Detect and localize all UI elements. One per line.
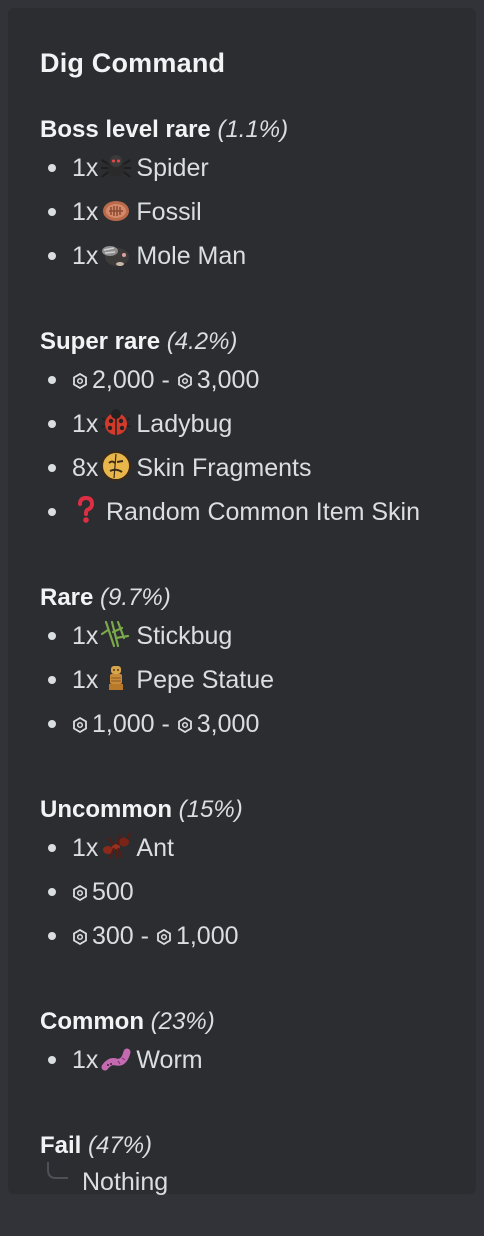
list-item: 1x Stickbug <box>40 614 274 658</box>
fail-result-text: Nothing <box>82 1168 169 1196</box>
section-percentage: (15%) <box>178 796 243 823</box>
dig-command-embed: Dig Command Boss level rare (1.1%) 1x Spi… <box>8 8 476 1196</box>
list-item: 1x Ladybug <box>40 402 420 446</box>
list-item: 300 - 1,000 <box>40 914 243 958</box>
fail-result: Nothing <box>40 1162 168 1202</box>
list-item: 2,000 - 3,000 <box>40 358 420 402</box>
mole-man-icon <box>102 246 130 266</box>
list-item: 1,000 - 3,000 <box>40 702 274 746</box>
ant-icon <box>103 832 132 859</box>
section-percentage: (4.2%) <box>166 328 238 355</box>
section-header: Super rare (4.2%) <box>40 326 420 358</box>
embed-title: Dig Command <box>40 48 226 78</box>
coin-icon <box>177 717 192 733</box>
section-header: Boss level rare (1.1%) <box>40 114 288 146</box>
worm-icon <box>101 1048 131 1071</box>
list-item: 1x Spider <box>40 146 288 190</box>
section-header: Common (23%) <box>40 1006 215 1038</box>
section-super-rare: Super rare (4.2%) 2,000 - 3,000 1x Ladybu… <box>40 326 420 534</box>
section-percentage: (23%) <box>150 1008 215 1035</box>
list-item: 1x Mole Man <box>40 234 288 278</box>
coin-icon <box>73 373 87 389</box>
section-percentage: (1.1%) <box>217 116 289 143</box>
list-item: 1x Fossil <box>40 190 288 234</box>
coin-icon <box>73 929 87 945</box>
section-name: Super rare <box>40 328 161 355</box>
section-name: Rare <box>40 584 94 611</box>
reply-curve-icon <box>47 1162 68 1179</box>
skin-fragment-icon <box>101 451 132 481</box>
section-common: Common (23%) 1x Worm <box>40 1006 215 1082</box>
ladybug-icon <box>101 409 132 435</box>
section-percentage: (9.7%) <box>100 584 171 611</box>
list-item: Random Common Item Skin <box>40 490 420 534</box>
section-percentage: (47%) <box>88 1132 153 1159</box>
list-item: 1x Ant <box>40 826 243 870</box>
section-name: Common <box>40 1008 144 1035</box>
list-item: 500 <box>40 870 243 914</box>
coin-icon <box>157 929 171 945</box>
section-name: Fail <box>40 1132 82 1159</box>
coin-icon <box>73 885 87 901</box>
coin-icon <box>73 717 87 733</box>
coin-icon <box>177 373 192 389</box>
section-rare: Rare (9.7%) 1x Stickbug 1x Pepe Statue 1,0… <box>40 582 274 746</box>
list-item: 1x Worm <box>40 1038 215 1082</box>
list-item: 1x Pepe Statue <box>40 658 274 702</box>
pepe-statue-icon <box>109 666 124 690</box>
section-name: Uncommon <box>40 796 172 823</box>
question-mark-icon <box>78 495 95 523</box>
list-item: 8x Skin Fragments <box>40 446 420 490</box>
fossil-icon <box>103 201 130 221</box>
section-boss-level-rare: Boss level rare (1.1%) 1x Spider 1x Fossil… <box>40 114 288 278</box>
section-fail: Fail (47%) Nothing <box>40 1130 168 1202</box>
section-name: Boss level rare <box>40 116 211 143</box>
section-header: Uncommon (15%) <box>40 794 243 826</box>
stickbug-icon <box>101 620 130 648</box>
spider-icon <box>101 155 132 178</box>
section-header: Rare (9.7%) <box>40 582 274 614</box>
section-uncommon: Uncommon (15%) 1x Ant 500 300 - 1,000 <box>40 794 243 958</box>
section-header: Fail (47%) <box>40 1130 168 1162</box>
